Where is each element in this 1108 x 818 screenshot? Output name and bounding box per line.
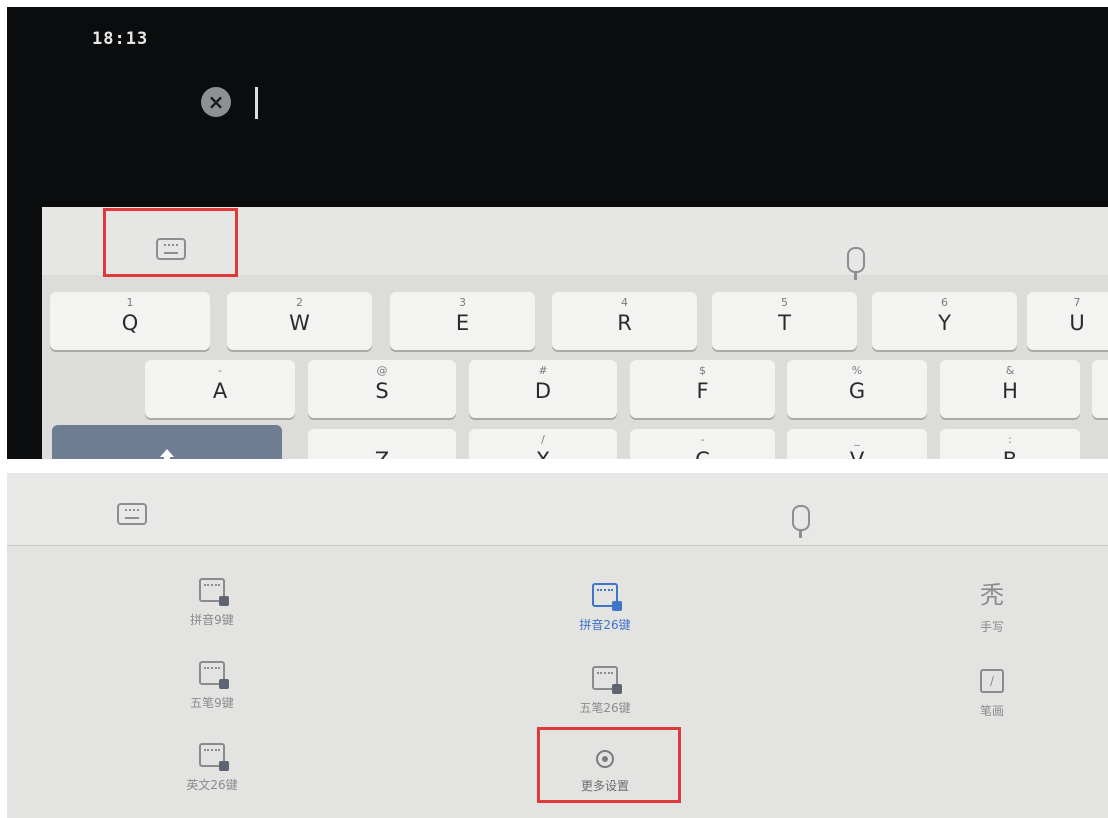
keyboard-switch-icon-active[interactable] bbox=[117, 503, 147, 525]
keyboard-mode-icon bbox=[199, 743, 229, 771]
shift-arrow-icon bbox=[160, 449, 174, 459]
key-partial[interactable] bbox=[1092, 360, 1108, 418]
keyboard-mode-icon bbox=[592, 666, 622, 694]
key-t[interactable]: 5T bbox=[712, 292, 857, 350]
status-clock: 18:13 bbox=[92, 29, 149, 49]
mode-wubi-26[interactable]: 五笔26键 bbox=[535, 666, 675, 716]
mode-pinyin-9[interactable]: 拼音9键 bbox=[142, 578, 282, 628]
highlight-more-settings bbox=[537, 727, 681, 803]
microphone-icon[interactable] bbox=[847, 247, 865, 280]
clear-input-icon[interactable]: × bbox=[201, 87, 231, 117]
key-q[interactable]: 1Q bbox=[50, 292, 210, 350]
shift-key[interactable] bbox=[52, 425, 282, 459]
highlight-keyboard-switch bbox=[103, 208, 238, 277]
text-cursor[interactable] bbox=[255, 87, 258, 119]
key-u[interactable]: 7U bbox=[1027, 292, 1108, 350]
keyboard-screen-top: 18:13 × 1Q 2W 3E 4R 5T 6Y 7U -A @S #D bbox=[7, 7, 1108, 459]
key-v[interactable]: _V bbox=[787, 429, 927, 459]
mode-wubi-9[interactable]: 五笔9键 bbox=[142, 661, 282, 711]
stroke-icon: / bbox=[980, 669, 1004, 693]
key-z[interactable]: Z bbox=[308, 429, 456, 459]
input-mode-panel: 拼音9键 拼音26键 秃 手写 五笔9键 五笔26键 / 笔画 英文26键 更多… bbox=[7, 473, 1108, 818]
key-h[interactable]: & H bbox=[940, 360, 1080, 418]
mode-english-26[interactable]: 英文26键 bbox=[142, 743, 282, 793]
mode-handwriting[interactable]: 秃 手写 bbox=[922, 583, 1062, 635]
key-x[interactable]: /X bbox=[469, 429, 617, 459]
keyboard-mode-icon bbox=[199, 661, 229, 689]
keyboard-mode-icon bbox=[592, 583, 622, 611]
microphone-icon-bottom[interactable] bbox=[792, 505, 810, 538]
mode-stroke[interactable]: / 笔画 bbox=[922, 669, 1062, 719]
key-f[interactable]: $ F bbox=[630, 360, 775, 418]
keyboard-toolbar-bottom bbox=[7, 473, 1108, 546]
key-s[interactable]: @ S bbox=[308, 360, 456, 418]
key-a[interactable]: -A bbox=[145, 360, 295, 418]
mode-pinyin-26[interactable]: 拼音26键 bbox=[535, 583, 675, 633]
handwriting-icon: 秃 bbox=[980, 581, 1004, 609]
key-y[interactable]: 6Y bbox=[872, 292, 1017, 350]
key-w[interactable]: 2W bbox=[227, 292, 372, 350]
key-r[interactable]: 4R bbox=[552, 292, 697, 350]
keyboard-mode-icon bbox=[199, 578, 229, 606]
key-d[interactable]: # D bbox=[469, 360, 617, 418]
key-c[interactable]: -C bbox=[630, 429, 775, 459]
key-g[interactable]: % G bbox=[787, 360, 927, 418]
key-b[interactable]: :B bbox=[940, 429, 1080, 459]
key-e[interactable]: 3E bbox=[390, 292, 535, 350]
